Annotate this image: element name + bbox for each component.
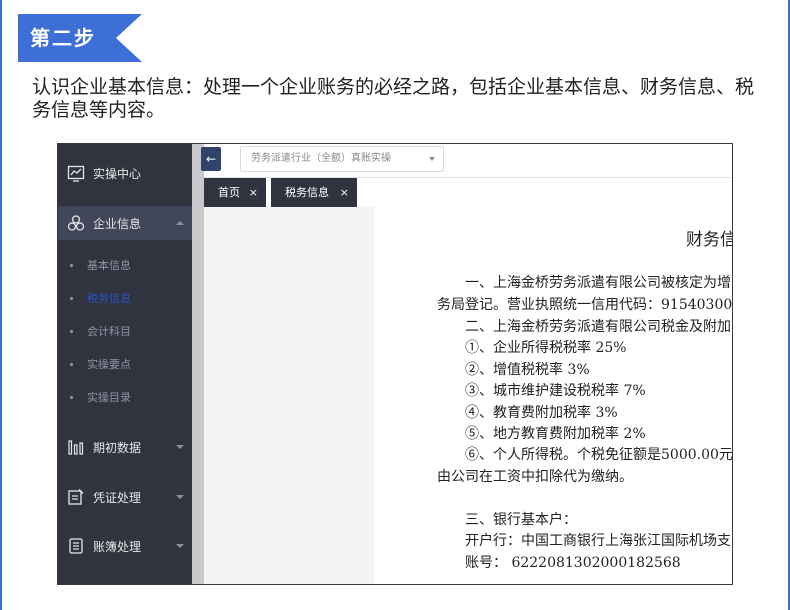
document-line: ③、城市维护建设税税率 7% [465, 383, 646, 399]
sidebar-item-label: 期初数据 [93, 440, 142, 455]
sidebar-sub-key-points[interactable]: 实操要点 [58, 354, 192, 374]
step-label: 第二步 [30, 26, 96, 50]
collapse-sidebar-button[interactable]: ← [201, 147, 221, 171]
tab-tax-info[interactable]: 税务信息 × [271, 178, 357, 207]
sidebar-item-label: 凭证处理 [93, 490, 142, 505]
document-line: 一、上海金桥劳务派遣有限公司被核定为增 [465, 275, 731, 291]
content-left-pane [204, 207, 374, 584]
chevron-down-icon [176, 445, 184, 449]
top-toolbar: 劳务派遣行业（全额）真账实操 [204, 144, 732, 178]
sidebar-sub-catalog[interactable]: 实操目录 [58, 387, 192, 407]
document-line: 三、银行基本户： [465, 512, 577, 528]
document-title: 财务信 [686, 230, 733, 250]
document-line: 账号： 6222081302000182568 [465, 555, 681, 571]
sidebar-sub-tax-info[interactable]: 税务信息 [58, 288, 192, 308]
sidebar-item-opening-data[interactable]: 期初数据 [58, 430, 192, 464]
step-badge: 第二步 [18, 14, 142, 62]
document-line: 开户行：中国工商银行上海张江国际机场支 [465, 533, 731, 549]
document-line: 由公司在工资中扣除代为缴纳。 [437, 469, 633, 485]
voucher-edit-icon [68, 489, 84, 505]
org-icon [67, 215, 85, 231]
sidebar-item-home[interactable]: 实操中心 [58, 156, 192, 190]
tab-home[interactable]: 首页 × [204, 178, 266, 207]
arrow-left-icon: ← [205, 152, 217, 166]
sidebar-sub-accounts[interactable]: 会计科目 [58, 321, 192, 341]
close-icon[interactable]: × [249, 178, 258, 207]
sidebar-item-label: 账簿处理 [93, 539, 142, 554]
ledger-book-icon [69, 538, 83, 554]
document-line: ①、企业所得税税率 25% [465, 340, 627, 356]
document-line: 二、上海金桥劳务派遣有限公司税金及附加 [465, 319, 731, 335]
frame-left-border [0, 0, 2, 610]
sidebar-gutter [192, 144, 204, 584]
chevron-up-icon [176, 221, 184, 225]
close-icon[interactable]: × [340, 178, 349, 207]
tab-strip: 首页 × 税务信息 × [204, 178, 732, 207]
sidebar: 实操中心 企业信息 基本信息 税务信息 会计科目 实操要点 实操目录 期初数据 … [58, 144, 192, 584]
sidebar-item-label: 企业信息 [93, 216, 142, 231]
sidebar-item-ledger[interactable]: 账簿处理 [58, 529, 192, 563]
document-line: ④、教育费附加税率 3% [465, 405, 618, 421]
chevron-down-icon [429, 157, 435, 161]
sidebar-sub-basic-info[interactable]: 基本信息 [58, 255, 192, 275]
industry-select[interactable]: 劳务派遣行业（全额）真账实操 [240, 146, 444, 172]
sidebar-item-voucher[interactable]: 凭证处理 [58, 480, 192, 514]
app-screenshot: 实操中心 企业信息 基本信息 税务信息 会计科目 实操要点 实操目录 期初数据 … [57, 143, 733, 585]
intro-text: 认识企业基本信息：处理一个企业账务的必经之路，包括企业基本信息、财务信息、税务信… [32, 76, 755, 121]
document-view: 财务信 一、上海金桥劳务派遣有限公司被核定为增 务局登记。营业执照统一信用代码：… [374, 207, 733, 584]
sidebar-item-label: 实操中心 [93, 166, 142, 181]
document-line: ⑤、地方教育费附加税率 2% [465, 426, 646, 442]
chart-board-icon [67, 165, 85, 182]
document-line: ②、增值税税率 3% [465, 362, 590, 378]
document-line: ⑥、个人所得税。个税免征额是5000.00元， [465, 447, 733, 463]
document-line: 务局登记。营业执照统一信用代码：91540300 [437, 297, 733, 313]
chevron-down-icon [176, 495, 184, 499]
sidebar-item-company[interactable]: 企业信息 [58, 206, 192, 240]
chevron-down-icon [176, 544, 184, 548]
bar-chart-icon [68, 440, 84, 455]
